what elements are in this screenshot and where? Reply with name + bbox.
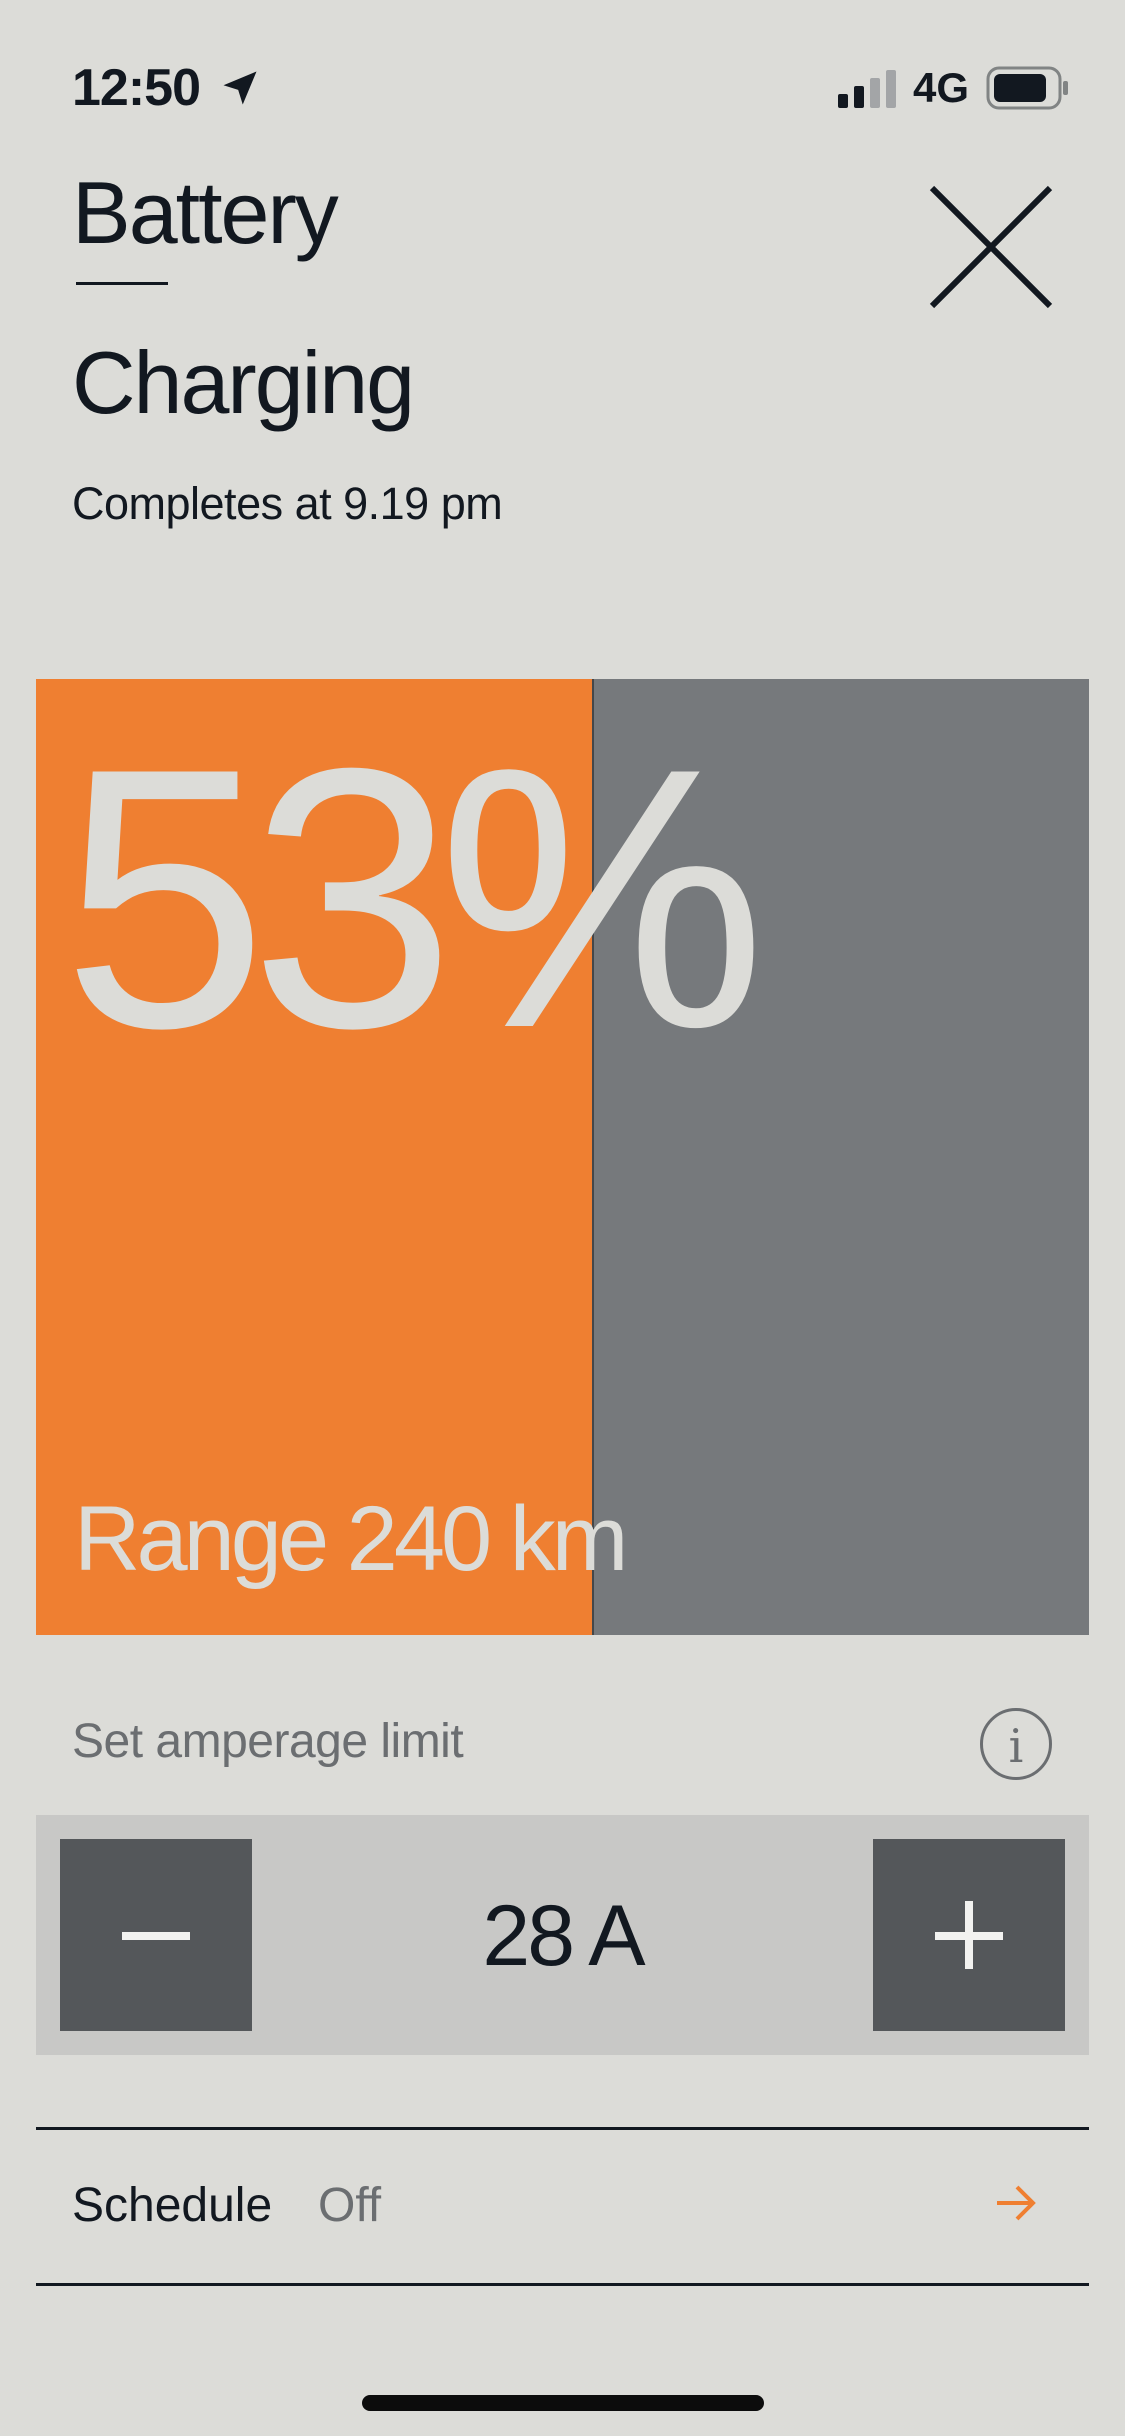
location-arrow-icon: [223, 71, 257, 105]
charge-percentage: 53%: [62, 692, 767, 1105]
network-label: 4G: [913, 64, 970, 111]
battery-icon: [986, 66, 1068, 110]
amperage-stepper: 28 A: [36, 1815, 1089, 2055]
status-time: 12:50: [72, 59, 201, 117]
title-divider: [76, 282, 168, 285]
charge-level-panel: 53% Range 240 km: [36, 679, 1089, 1635]
arrow-right-icon: [997, 2185, 1036, 2221]
amperage-label: Set amperage limit: [72, 1715, 464, 1768]
close-icon: [929, 185, 1053, 309]
info-icon: i: [1008, 1719, 1024, 1773]
increase-amperage-button[interactable]: [873, 1839, 1065, 2031]
cellular-signal-icon: [838, 70, 896, 108]
range-estimate: Range 240 km: [74, 1488, 628, 1590]
schedule-value: Off: [318, 2179, 382, 2232]
close-button[interactable]: [926, 182, 1056, 312]
page-title: Battery: [72, 163, 339, 262]
status-bar: 12:50 4G: [0, 0, 1125, 150]
home-indicator: [362, 2395, 764, 2411]
info-button[interactable]: i: [980, 1708, 1052, 1780]
schedule-label: Schedule: [72, 2179, 273, 2232]
completion-time: Completes at 9.19 pm: [72, 478, 503, 529]
schedule-row[interactable]: Schedule Off: [36, 2130, 1089, 2282]
divider-bottom: [36, 2283, 1089, 2286]
page-subtitle: Charging: [72, 333, 415, 432]
title-block: Battery: [72, 158, 339, 285]
